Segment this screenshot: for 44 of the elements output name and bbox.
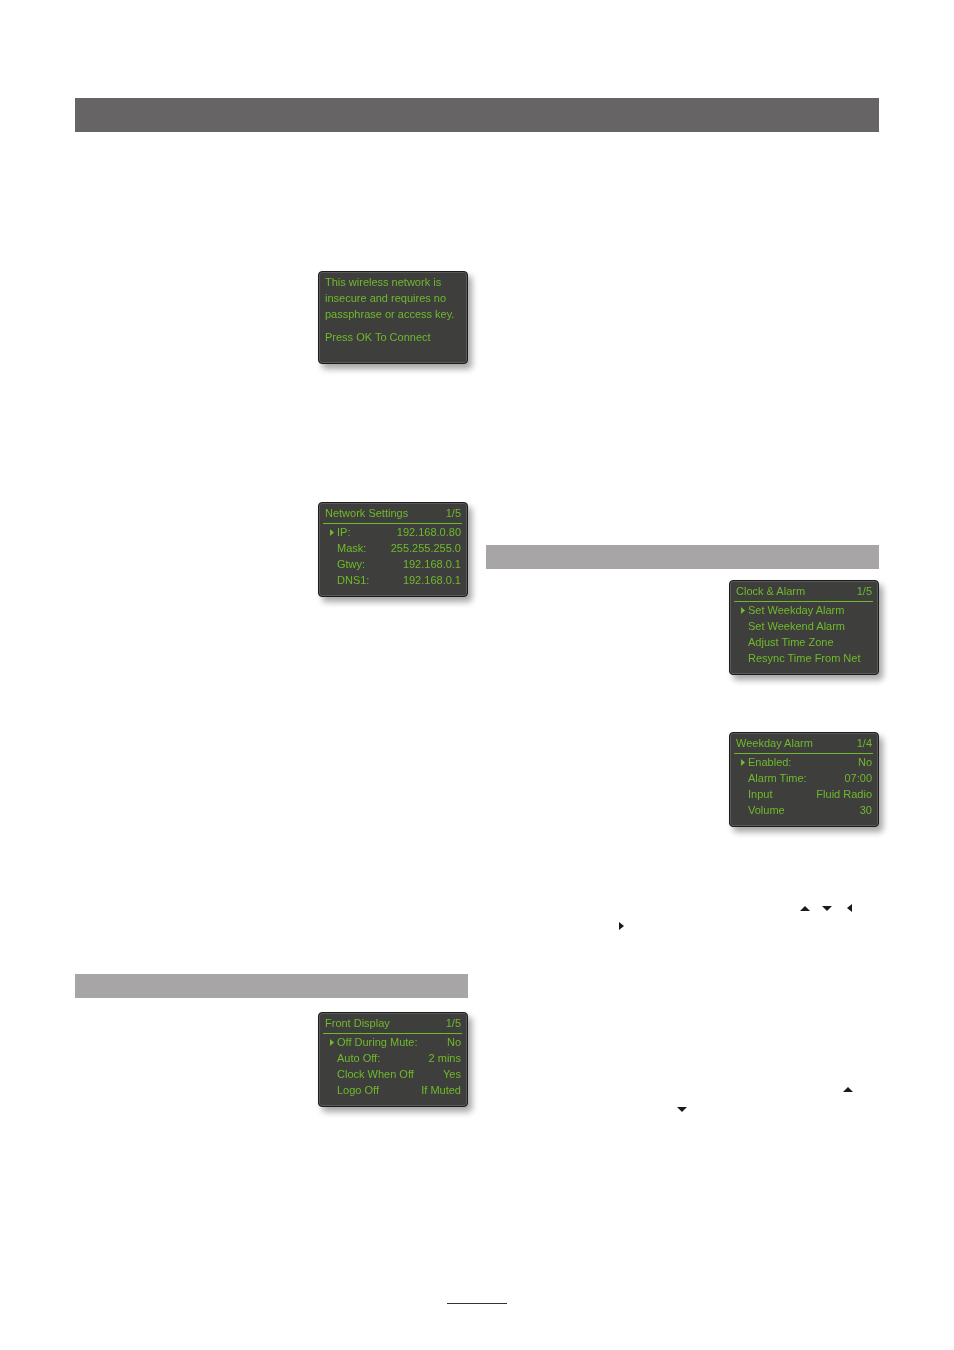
menu-item-value: 30 xyxy=(859,803,872,818)
menu-item-value: 255.255.255.0 xyxy=(390,541,461,556)
menu-item-label: Volume xyxy=(748,803,786,818)
menu-item-label: Mask: xyxy=(337,541,368,556)
menu-item-label: DNS1: xyxy=(337,573,371,588)
screen-title: Weekday Alarm xyxy=(736,736,813,751)
menu-item-value: If Muted xyxy=(421,1083,461,1098)
page-indicator: 1/4 xyxy=(856,736,872,751)
menu-item-label: Resync Time From Net xyxy=(748,651,862,666)
menu-item-value: 192.168.0.80 xyxy=(396,525,461,540)
screen-title: Clock & Alarm xyxy=(736,584,806,599)
menu-item-value: Fluid Radio xyxy=(816,787,872,802)
menu-item-label: Set Weekday Alarm xyxy=(748,603,846,618)
down-arrow-icon xyxy=(822,905,832,911)
up-arrow-icon xyxy=(843,1086,853,1092)
menu-item-value: Yes xyxy=(443,1067,461,1082)
menu-item-label: Off During Mute: xyxy=(337,1035,419,1050)
message-text: This wireless network is insecure and requires no passphrase or access key. xyxy=(325,275,456,322)
down-arrow-icon xyxy=(677,1106,687,1112)
screen-title: Front Display xyxy=(325,1016,390,1031)
screen-title: Network Settings xyxy=(325,506,409,521)
prompt-text: Press OK To Connect xyxy=(325,330,432,345)
left-arrow-icon xyxy=(847,904,852,912)
menu-item-value: No xyxy=(857,755,872,770)
menu-item-value: No xyxy=(446,1035,461,1050)
page-indicator: 1/5 xyxy=(856,584,872,599)
page-indicator: 1/5 xyxy=(445,506,461,521)
menu-item-label: Adjust Time Zone xyxy=(748,635,835,650)
menu-item-label: Auto Off: xyxy=(337,1051,382,1066)
menu-item-label: Set Weekend Alarm xyxy=(748,619,846,634)
menu-item-label: IP: xyxy=(337,525,352,540)
menu-item-label: Enabled: xyxy=(748,755,793,770)
menu-item-value: 2 mins xyxy=(428,1051,461,1066)
menu-item-label: Gtwy: xyxy=(337,557,367,572)
menu-item-label: Clock When Off xyxy=(337,1067,415,1082)
menu-item-value: 192.168.0.1 xyxy=(402,557,461,572)
menu-item-value: 192.168.0.1 xyxy=(402,573,461,588)
page-indicator: 1/5 xyxy=(445,1016,461,1031)
menu-item-label: Input xyxy=(748,787,774,802)
up-arrow-icon xyxy=(800,905,810,911)
menu-item-label: Alarm Time: xyxy=(748,771,808,786)
menu-item-value: 07:00 xyxy=(844,771,872,786)
menu-item-label: Logo Off xyxy=(337,1083,380,1098)
right-arrow-icon xyxy=(619,922,624,930)
